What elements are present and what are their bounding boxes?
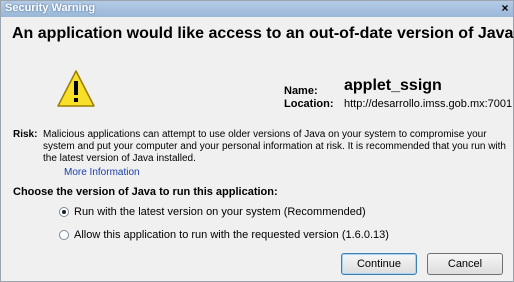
more-information-link[interactable]: More Information	[64, 167, 140, 178]
security-warning-dialog: Security Warning × An application would …	[0, 0, 514, 282]
application-name: applet_ssign	[344, 77, 442, 94]
window-title: Security Warning	[5, 2, 96, 14]
cancel-button[interactable]: Cancel	[427, 253, 503, 275]
radio-run-requested-label[interactable]: Allow this application to run with the r…	[74, 229, 389, 241]
choose-version-heading: Choose the version of Java to run this a…	[13, 186, 278, 198]
close-icon[interactable]: ×	[499, 2, 511, 15]
warning-headline: An application would like access to an o…	[12, 25, 514, 42]
radio-run-latest[interactable]: Run with the latest version on your syst…	[59, 206, 366, 218]
title-bar[interactable]: Security Warning ×	[1, 1, 513, 17]
radio-run-requested[interactable]: Allow this application to run with the r…	[59, 229, 389, 241]
radio-button-selected[interactable]	[59, 207, 69, 217]
name-label: Name:	[284, 85, 318, 97]
radio-run-latest-label[interactable]: Run with the latest version on your syst…	[74, 206, 366, 218]
risk-label: Risk:	[13, 129, 38, 140]
risk-description: Malicious applications can attempt to us…	[43, 129, 506, 164]
radio-button[interactable]	[59, 230, 69, 240]
warning-icon	[57, 70, 95, 107]
continue-button[interactable]: Continue	[341, 253, 417, 275]
location-label: Location:	[284, 98, 334, 110]
application-location: http://desarrollo.imss.gob.mx:7001	[344, 98, 513, 110]
